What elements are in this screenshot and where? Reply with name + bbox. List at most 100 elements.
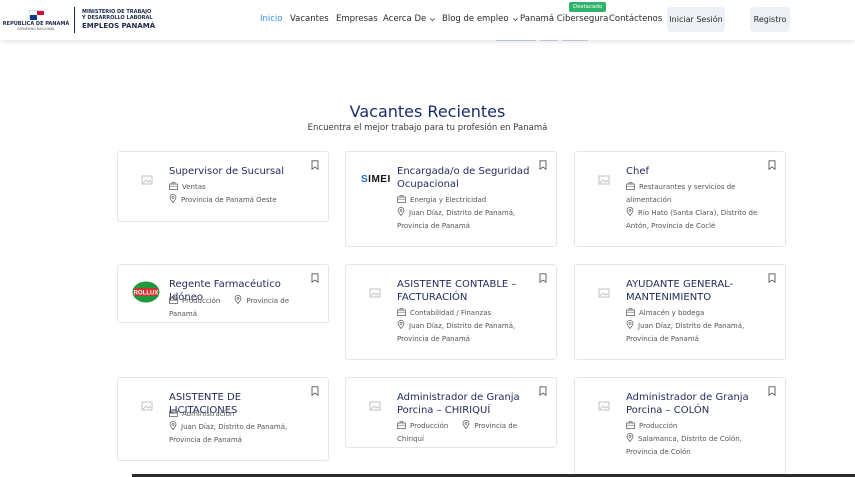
job-category-text: Energía y Electricidad: [410, 196, 487, 204]
job-card[interactable]: AYUDANTE GENERAL- MANTENIMIENTO Almacén …: [574, 264, 786, 360]
job-location: Río Hato (Santa Clara), Distrito de Antó…: [626, 207, 773, 233]
job-category-text: Producción: [182, 297, 221, 305]
nav-empresas[interactable]: Empresas: [336, 14, 378, 24]
image-placeholder-icon: [369, 401, 381, 411]
briefcase-icon: [169, 182, 178, 190]
job-title[interactable]: AYUDANTE GENERAL- MANTENIMIENTO: [626, 279, 767, 304]
job-card[interactable]: SIMEI Encargada/o de Seguridad Ocupacion…: [345, 151, 557, 247]
logo-government: REPÚBLICA DE PANAMÁ GOBIERNO NACIONAL: [3, 9, 69, 31]
job-category-text: Ventas: [182, 183, 206, 191]
logo-ministry: MINISTERIO DE TRABAJO Y DESARROLLO LABOR…: [82, 9, 155, 31]
bookmark-icon[interactable]: [311, 273, 319, 283]
job-title[interactable]: ASISTENTE CONTABLE – FACTURACIÓN: [397, 279, 538, 304]
job-card[interactable]: Administrador de Granja Porcina – CHIRIQ…: [345, 377, 557, 448]
job-location: Juan Díaz, Distrito de Panamá, Provincia…: [397, 207, 544, 233]
job-location-text: Salamanca, Distrito de Colón, Provincia …: [626, 435, 742, 456]
login-button[interactable]: Iniciar Sesión: [667, 7, 725, 32]
bookmark-icon[interactable]: [768, 160, 776, 170]
location-pin-icon: [169, 421, 177, 430]
logo-gov: GOBIERNO NACIONAL: [16, 26, 56, 31]
panama-flag-icon: [29, 9, 44, 20]
job-location-text: Juan Díaz, Distrito de Panamá, Provincia…: [169, 423, 288, 444]
nav-inicio[interactable]: Inicio: [260, 14, 283, 24]
job-category-text: Administración: [182, 410, 235, 418]
job-category-text: Producción: [410, 422, 449, 430]
chevron-down-icon: [512, 17, 518, 21]
job-title[interactable]: Chef: [626, 166, 767, 179]
bookmark-icon[interactable]: [311, 160, 319, 170]
job-location: Salamanca, Distrito de Colón, Provincia …: [626, 433, 773, 459]
site-logo[interactable]: REPÚBLICA DE PANAMÁ GOBIERNO NACIONAL MI…: [3, 6, 155, 34]
briefcase-icon: [626, 421, 635, 429]
job-location: Juan Díaz, Distrito de Panamá, Provincia…: [169, 421, 316, 447]
job-category: Energía y Electricidad: [397, 194, 544, 207]
job-title[interactable]: Administrador de Granja Porcina – CHIRIQ…: [397, 392, 538, 417]
job-category: Restaurantes y servicios de alimentación: [626, 181, 773, 207]
job-location: Provincia de Panamá Oeste: [169, 194, 316, 207]
nav-acerca-de[interactable]: Acerca De: [383, 14, 436, 24]
nav-label: Blog de empleo: [442, 14, 509, 24]
job-card[interactable]: ASISTENTE DE LICITACIONES Administración…: [117, 377, 329, 461]
job-title[interactable]: Supervisor de Sucursal: [169, 166, 310, 179]
briefcase-icon: [169, 409, 178, 417]
bookmark-icon[interactable]: [311, 386, 319, 396]
job-location: Juan Díaz, Distrito de Panamá, Provincia…: [626, 320, 773, 346]
location-pin-icon: [169, 194, 177, 203]
location-pin-icon: [397, 207, 405, 216]
job-card[interactable]: Administrador de Granja Porcina – COLÓN …: [574, 377, 786, 477]
nav-label: Acerca De: [383, 14, 427, 24]
briefcase-icon: [626, 182, 635, 190]
job-meta: Producción Provincia de Chiriquí: [397, 420, 544, 446]
job-location-text: Juan Díaz, Distrito de Panamá, Provincia…: [626, 322, 745, 343]
job-category-text: Contabilidad / Finanzas: [410, 309, 492, 317]
nav-label: Inicio: [260, 14, 283, 24]
section-subtitle: Encuentra el mejor trabajo para tu profe…: [307, 123, 548, 133]
location-pin-icon: [234, 295, 242, 304]
job-card[interactable]: ASISTENTE CONTABLE – FACTURACIÓN Contabi…: [345, 264, 557, 360]
job-location-text: Juan Díaz, Distrito de Panamá, Provincia…: [397, 322, 516, 343]
bookmark-icon[interactable]: [539, 273, 547, 283]
briefcase-icon: [397, 421, 406, 429]
bookmark-icon[interactable]: [768, 273, 776, 283]
job-location-text: Provincia de Panamá Oeste: [181, 196, 277, 204]
briefcase-icon: [169, 296, 178, 304]
job-title[interactable]: Encargada/o de Seguridad Ocupacional: [397, 166, 538, 191]
nav-label: Vacantes: [290, 14, 329, 24]
location-pin-icon: [462, 420, 470, 429]
image-placeholder-icon: [369, 288, 381, 298]
nav-vacantes[interactable]: Vacantes: [290, 14, 329, 24]
location-pin-icon: [397, 320, 405, 329]
nav-panama-cibersegura[interactable]: Panamá Cibersegura: [520, 14, 608, 24]
featured-badge: Destacado: [569, 2, 607, 12]
nav-label: Empresas: [336, 14, 378, 24]
section-title: Vacantes Recientes: [349, 102, 506, 121]
job-category-text: Almacén y bodega: [639, 309, 705, 317]
bookmark-icon[interactable]: [539, 386, 547, 396]
image-placeholder-icon: [598, 175, 610, 185]
briefcase-icon: [626, 308, 635, 316]
job-card[interactable]: ROLLUX Regente Farmacéutico Idóneo Produ…: [117, 264, 329, 323]
chevron-down-icon: [430, 17, 436, 21]
job-location: Juan Díaz, Distrito de Panamá, Provincia…: [397, 320, 544, 346]
register-button[interactable]: Registro: [750, 7, 790, 32]
location-pin-icon: [626, 207, 634, 216]
company-logo-simei: SIMEI: [361, 174, 391, 185]
job-category-text: Restaurantes y servicios de alimentación: [626, 183, 736, 204]
job-category: Almacén y bodega: [626, 307, 773, 320]
briefcase-icon: [397, 195, 406, 203]
briefcase-icon: [397, 308, 406, 316]
svg-text:ROLLUX: ROLLUX: [134, 291, 159, 297]
image-placeholder-icon: [141, 401, 153, 411]
logo-brand: EMPLEOS PANAMÁ: [82, 22, 156, 30]
job-location-text: Río Hato (Santa Clara), Distrito de Antó…: [626, 209, 758, 230]
image-placeholder-icon: [141, 175, 153, 185]
nav-blog[interactable]: Blog de empleo: [442, 14, 519, 24]
bookmark-icon[interactable]: [539, 160, 547, 170]
job-meta: Producción Provincia de Panamá: [169, 295, 316, 321]
bookmark-icon[interactable]: [768, 386, 776, 396]
job-card[interactable]: Chef Restaurantes y servicios de aliment…: [574, 151, 786, 247]
job-title[interactable]: Administrador de Granja Porcina – COLÓN: [626, 392, 767, 417]
nav-contactenos[interactable]: Contáctenos: [609, 14, 662, 24]
image-placeholder-icon: [598, 288, 610, 298]
job-card[interactable]: Supervisor de Sucursal Ventas Provincia …: [117, 151, 329, 222]
